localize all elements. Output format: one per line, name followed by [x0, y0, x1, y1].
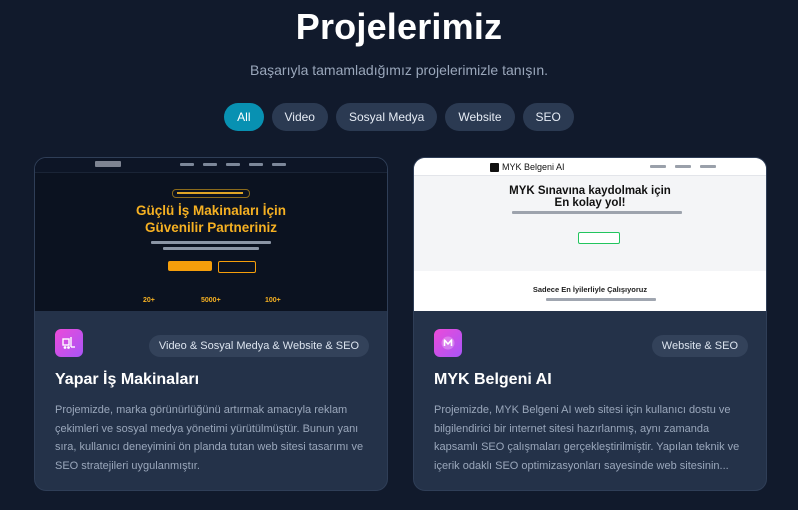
thumb-badge	[172, 189, 250, 198]
project-card-body: Website & SEO MYK Belgeni AI Projemizde,…	[414, 311, 766, 490]
thumb-stat-1: 20+	[143, 297, 155, 304]
project-card-myk[interactable]: MYK Belgeni AI MYK Sınavına kaydolmak iç…	[413, 157, 767, 491]
thumb-primary-button	[168, 261, 212, 271]
filter-bar: All Video Sosyal Medya Website SEO	[0, 103, 798, 131]
project-card-yapar[interactable]: Güçlü İş Makinaları İçin Güvenilir Partn…	[34, 157, 388, 491]
thumb-headline-1: Güçlü İş Makinaları İçin	[135, 203, 287, 218]
thumb-headline-1: MYK Sınavına kaydolmak için	[509, 185, 671, 197]
m-logo-icon	[434, 329, 462, 357]
forklift-icon	[55, 329, 83, 357]
page-title: Projelerimiz	[295, 6, 503, 47]
project-card-body: Video & Sosyal Medya & Website & SEO Yap…	[35, 311, 387, 490]
project-thumbnail: MYK Belgeni AI MYK Sınavına kaydolmak iç…	[414, 158, 766, 311]
thumb-subtext-2	[163, 247, 259, 250]
thumb-stat-3: 100+	[265, 297, 281, 304]
thumb-logo	[95, 161, 121, 167]
brand-logo-icon	[490, 162, 499, 172]
thumb-nav-links	[180, 163, 286, 166]
thumb-stat-2: 5000+	[201, 297, 221, 304]
page-subtitle: Başarıyla tamamladığımız projelerimizle …	[250, 62, 548, 78]
thumb-whatsapp-button	[578, 232, 620, 244]
project-thumbnail: Güçlü İş Makinaları İçin Güvenilir Partn…	[35, 158, 387, 311]
thumb-brand: MYK Belgeni AI	[490, 162, 565, 172]
thumb-headline-2: En kolay yol!	[554, 197, 626, 209]
project-tags: Website & SEO	[651, 335, 748, 357]
thumb-brand-label: MYK Belgeni AI	[502, 162, 565, 172]
filter-video[interactable]: Video	[271, 103, 328, 131]
filter-seo[interactable]: SEO	[522, 103, 574, 131]
project-title: MYK Belgeni AI	[434, 371, 552, 388]
project-title: Yapar İş Makinaları	[55, 371, 200, 388]
filter-sosyal-medya[interactable]: Sosyal Medya	[335, 103, 438, 131]
thumb-section-subtext	[546, 298, 656, 301]
thumb-secondary-button	[218, 261, 256, 273]
thumb-headline-2: Güvenilir Partneriniz	[144, 220, 278, 235]
project-description: Projemizde, marka görünürlüğünü artırmak…	[55, 404, 364, 472]
thumb-navbar	[35, 158, 387, 173]
thumb-nav-links	[650, 165, 716, 168]
thumb-subtext	[151, 241, 271, 244]
thumb-section-title: Sadece En İyilerliyle Çalışıyoruz	[532, 285, 648, 294]
project-description: Projemizde, MYK Belgeni AI web sitesi iç…	[434, 404, 740, 472]
project-tags: Video & Sosyal Medya & Website & SEO	[148, 335, 369, 357]
thumb-subtext	[512, 211, 682, 214]
thumb-navbar: MYK Belgeni AI	[414, 158, 766, 176]
filter-website[interactable]: Website	[445, 103, 515, 131]
filter-all[interactable]: All	[224, 103, 264, 131]
